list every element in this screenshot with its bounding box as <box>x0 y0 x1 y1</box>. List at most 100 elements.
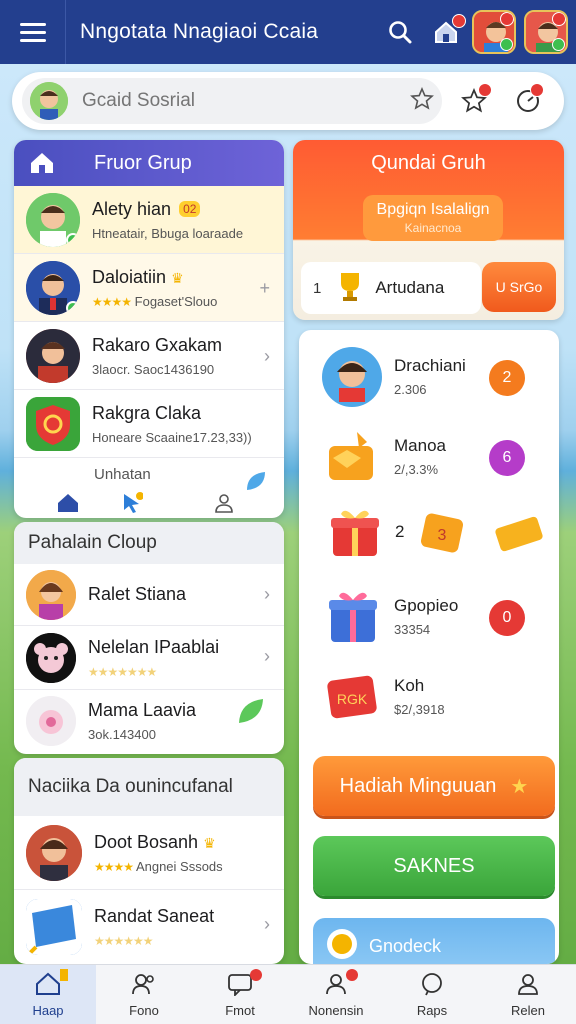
notification-icon[interactable] <box>506 79 550 123</box>
chevron-right-icon[interactable]: › <box>264 346 270 367</box>
popular-row[interactable]: Mama Laavia 3ok.143400 <box>14 690 284 752</box>
star-outline-icon[interactable] <box>410 86 434 116</box>
bottom-promo-card[interactable]: Gnodeck <box>313 918 555 964</box>
gift-box-icon <box>327 504 393 570</box>
plus-icon[interactable]: + <box>259 278 270 299</box>
reward-name: 2 <box>395 522 405 541</box>
hamburger-icon[interactable] <box>0 0 66 64</box>
reward-name: Gpopieo <box>394 596 459 615</box>
my-group-header: Fruor Grup <box>14 140 284 186</box>
group-row[interactable]: Daloiatiin ♛ ★★★★ Fogaset'Slouo + <box>14 254 284 322</box>
join-row: 1 Artudana <box>301 262 481 314</box>
reward-name: Koh <box>394 676 425 695</box>
nav-maps[interactable]: Raps <box>384 965 480 1024</box>
user-tab-icon[interactable] <box>210 490 238 516</box>
reward-row[interactable]: RGK Koh $2/,3918 <box>299 658 559 738</box>
notification-badge <box>452 14 466 28</box>
ticket-icon: 3 <box>417 508 467 563</box>
reward-row[interactable]: Drachiani 2.306 2 <box>299 338 559 418</box>
cursor-tab-icon[interactable] <box>118 490 146 516</box>
profile-avatar[interactable] <box>524 10 568 54</box>
popular-name: Nelelan IPaablai <box>88 636 220 657</box>
reward-value: 2/,3.3% <box>394 462 439 477</box>
promo-title: Bpgiqn Isalalign <box>376 201 490 218</box>
group-name: Rakgra Claka <box>92 402 202 423</box>
chevron-right-icon[interactable]: › <box>264 914 270 935</box>
popular-group-panel: Pahalain Cloup Ralet Stiana › Nelelan IP… <box>14 522 284 754</box>
search-bar <box>12 72 564 130</box>
weekly-reward-button[interactable]: Hadiah Minguuan ★ <box>313 756 555 816</box>
group-avatar <box>26 260 80 315</box>
nav-friends[interactable]: Fono <box>96 965 192 1024</box>
search-icon[interactable] <box>380 12 420 52</box>
home-tab-icon[interactable] <box>54 490 82 516</box>
svg-text:RGK: RGK <box>337 691 368 707</box>
search-input[interactable] <box>82 90 382 112</box>
weekly-reward-label: Hadiah Minguuan <box>339 774 497 797</box>
recommended-section-title: Naciika Da ounincufanal <box>14 758 284 816</box>
group-row[interactable]: Alety hian 02 Htneatair, Bbuga loaraade <box>14 186 284 254</box>
nav-home[interactable]: Haap <box>0 965 96 1024</box>
nav-profile[interactable]: Relen <box>480 965 576 1024</box>
left-column: Fruor Grup Alety hian 02 Htneatair, Bbuga… <box>14 140 284 964</box>
reward-badge[interactable]: 2 <box>489 360 525 396</box>
nav-label: Raps <box>416 1002 448 1018</box>
popular-row[interactable]: Ralet Stiana › <box>14 564 284 626</box>
crown-icon: ♛ <box>203 834 216 851</box>
group-avatar <box>26 192 80 247</box>
join-label: Artudana <box>375 278 445 297</box>
rating-stars: ★★★★ <box>94 859 134 874</box>
join-button[interactable]: U SrGo <box>482 262 556 312</box>
recommended-subtitle: Angnei Sssods <box>135 858 223 874</box>
popular-row[interactable]: Nelelan IPaablai ★★★★★★★ › <box>14 626 284 690</box>
friend-avatar[interactable] <box>472 10 516 54</box>
rewards-panel: Drachiani 2.306 2 Manoa 2/,3.3% 6 2 3 Gp… <box>299 330 559 964</box>
reward-name: Manoa <box>394 436 446 455</box>
favorites-icon[interactable] <box>452 79 496 123</box>
secondary-action-button[interactable]: SAKNES <box>313 836 555 896</box>
search-field[interactable] <box>22 78 442 124</box>
group-row[interactable]: Rakgra Claka Honeare Scaaine17.23,33)) <box>14 390 284 458</box>
group-subtitle: Htneatair, Bbuga loaraade <box>92 225 244 241</box>
group-name: Rakaro Gxakam <box>92 334 223 355</box>
home-icon <box>14 151 70 175</box>
featured-group-panel: Qundai Gruh Bpgiqn Isalalign Kainacnoa 1… <box>293 140 564 320</box>
popular-name: Ralet Stiana <box>88 584 187 604</box>
people-icon <box>131 972 157 999</box>
reward-row[interactable]: Manoa 2/,3.3% 6 <box>299 418 559 498</box>
nav-label: Fmot <box>225 1002 255 1018</box>
house-icon[interactable] <box>426 12 466 52</box>
nav-messages[interactable]: Fmot <box>192 965 288 1024</box>
group-name: Alety hian <box>92 198 172 219</box>
group-avatar <box>26 328 80 383</box>
rank-number: 1 <box>313 279 322 297</box>
group-name: Daloiatiin <box>92 266 167 287</box>
svg-text:3: 3 <box>438 527 447 544</box>
my-group-panel: Fruor Grup Alety hian 02 Htneatair, Bbuga… <box>14 140 284 518</box>
chevron-right-icon[interactable]: › <box>264 646 270 667</box>
reward-row[interactable]: Gpopieo 33354 0 <box>299 578 559 658</box>
my-group-title: Fruor Grup <box>94 151 192 174</box>
reward-badge[interactable]: 0 <box>489 600 525 636</box>
nav-label: Nonensin <box>308 1002 364 1018</box>
nav-label: Relen <box>511 1002 545 1018</box>
bottom-promo-label: Gnodeck <box>369 935 442 956</box>
tabs-caption: Unhatan <box>94 466 151 483</box>
recommended-avatar <box>26 899 82 955</box>
recommended-row[interactable]: Doot Bosanh ♛ ★★★★ Angnei Sssods <box>14 816 284 890</box>
recommended-row[interactable]: Randat Saneat ★★★★★★ › <box>14 890 284 964</box>
nav-label: Fono <box>129 1002 159 1018</box>
popular-avatar <box>26 632 76 683</box>
reward-badge[interactable]: 6 <box>489 440 525 476</box>
reward-value: 2.306 <box>394 382 427 397</box>
group-tabs: Unhatan <box>14 458 284 518</box>
level-badge: 02 <box>179 200 201 217</box>
chevron-right-icon[interactable]: › <box>264 584 270 605</box>
user-avatar[interactable] <box>30 82 68 120</box>
group-row[interactable]: Rakaro Gxakam 3laocr. Saoc1436190 › <box>14 322 284 390</box>
coupon-icon <box>493 512 545 561</box>
promo-banner[interactable]: Bpgiqn Isalalign Kainacnoa <box>363 195 503 241</box>
leaf-tab-icon[interactable] <box>242 468 270 494</box>
nav-notifications[interactable]: Nonensin <box>288 965 384 1024</box>
reward-row[interactable]: 2 3 <box>299 498 559 578</box>
